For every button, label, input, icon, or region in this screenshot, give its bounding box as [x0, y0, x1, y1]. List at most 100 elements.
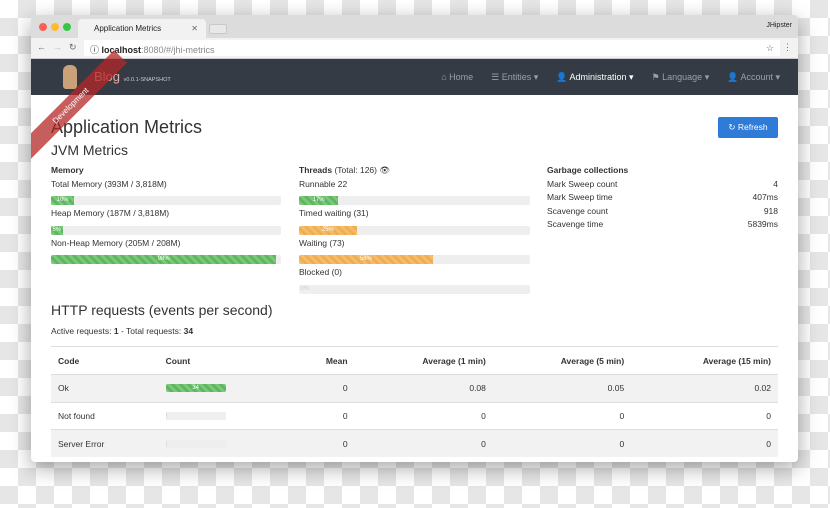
count-fill: 34	[165, 384, 226, 393]
http-title: HTTP requests (events per second)	[51, 302, 273, 318]
gc-label: Scavenge time	[547, 219, 604, 229]
table-row: Server Error 0 0 0 0	[51, 429, 778, 457]
forward-icon[interactable]: →	[53, 42, 62, 52]
minimize-window-button[interactable]	[51, 23, 59, 31]
column-header: Average (15 min)	[631, 346, 778, 375]
url-input[interactable]: ⓘ localhost:8080/#/jhi-metrics ☆	[84, 40, 780, 56]
mean-cell: 0	[290, 429, 355, 457]
progress-bar: 10%	[51, 196, 281, 205]
address-bar-row: ← → ↻ ⓘ localhost:8080/#/jhi-metrics ☆ ⋮	[31, 38, 798, 59]
column-header: Count	[158, 346, 291, 375]
logo[interactable]	[63, 65, 77, 89]
code-cell: Server Error	[51, 429, 159, 457]
refresh-icon: ↻	[728, 122, 738, 132]
progress-bar: 98%	[51, 255, 281, 264]
browser-tab[interactable]: Application Metrics ✕	[78, 19, 206, 38]
avg5-cell: 0.05	[492, 374, 632, 402]
gc-section: Garbage collections Mark Sweep count 4 Mark…	[547, 164, 778, 232]
total-count: 34	[183, 326, 194, 336]
gc-row: Scavenge count 918	[547, 205, 778, 219]
active-label: Active requests:	[51, 326, 114, 336]
request-summary: Active requests: 1 - Total requests: 34	[51, 326, 193, 336]
progress-fill: 0%	[299, 284, 311, 294]
navbar: Blog v0.0.1-SNAPSHOT ⌂ Home☰ Entities ▾👤…	[31, 59, 798, 95]
profile-name[interactable]: JHipster	[766, 22, 792, 29]
nav-item-home[interactable]: ⌂ Home	[441, 72, 473, 83]
code-cell: Not found	[51, 401, 159, 430]
count-bar	[165, 411, 226, 420]
reload-icon[interactable]: ↻	[69, 42, 77, 53]
back-icon[interactable]: ←	[37, 42, 46, 52]
avg1-cell: 0	[354, 429, 493, 457]
threads-total: (Total: 126)	[334, 165, 377, 175]
count-fill	[165, 439, 167, 448]
gc-row: Mark Sweep time 407ms	[547, 191, 778, 205]
mean-cell: 0	[290, 374, 355, 402]
url-path: :8080/#/jhi-metrics	[141, 45, 215, 55]
flag-icon: ⚑	[651, 72, 663, 82]
progress-bar: 5%	[51, 225, 281, 235]
browser-window: Application Metrics ✕ JHipster ← → ↻ ⓘ lo…	[31, 15, 798, 462]
nav-item-label: Account	[740, 72, 773, 82]
bar-label: Timed waiting (31)	[299, 208, 369, 218]
bar-label: Runnable 22	[299, 178, 348, 189]
count-cell: 34	[158, 374, 291, 402]
jvm-title: JVM Metrics	[51, 142, 128, 158]
threads-heading: Threads	[299, 165, 333, 175]
threads-section: Threads (Total: 126) 👁 Runnable 22 17% Time…	[299, 164, 530, 296]
close-window-button[interactable]	[39, 23, 47, 31]
nav-item-administration[interactable]: 👤 Administration ▾	[556, 72, 633, 83]
avg1-cell: 0.08	[354, 374, 493, 402]
menu-icon[interactable]: ⋮	[783, 42, 792, 53]
progress-bar: 58%	[299, 255, 530, 264]
gc-row: Scavenge time 5839ms	[547, 218, 778, 232]
column-header: Code	[51, 346, 159, 375]
progress-bar: 17%	[299, 196, 530, 205]
memory-heading: Memory	[51, 165, 84, 175]
avg15-cell: 0	[631, 429, 778, 457]
bar-label: Total Memory (393M / 3,818M)	[51, 178, 167, 189]
nav-item-account[interactable]: 👤 Account ▾	[727, 72, 780, 83]
nav-item-entities[interactable]: ☰ Entities ▾	[491, 72, 538, 83]
avg15-cell: 0.02	[631, 374, 778, 402]
close-tab-icon[interactable]: ✕	[191, 24, 198, 33]
count-bar	[165, 439, 226, 448]
column-header: Average (1 min)	[354, 346, 493, 375]
new-tab-button[interactable]	[209, 24, 227, 34]
refresh-label: Refresh	[737, 122, 768, 132]
nav-item-label: Entities	[501, 72, 532, 82]
total-label: - Total requests:	[118, 326, 184, 336]
bar-label: Blocked (0)	[299, 267, 342, 277]
eye-icon[interactable]: 👁	[379, 165, 390, 175]
gc-value: 4	[773, 178, 778, 189]
mean-cell: 0	[290, 401, 355, 430]
gc-value: 918	[763, 205, 778, 216]
home-icon: ⌂	[441, 72, 450, 82]
tab-bar: Application Metrics ✕ JHipster	[31, 15, 798, 38]
http-table: Code Count Mean Average (1 min) Average (5 m…	[51, 346, 778, 457]
progress-bar: 0%	[299, 284, 530, 294]
refresh-button[interactable]: ↻ Refresh	[718, 117, 778, 138]
count-cell	[158, 401, 291, 430]
memory-section: Memory Total Memory (393M / 3,818M) 10% Hea…	[51, 164, 281, 266]
code-cell: Ok	[51, 374, 159, 402]
nav-item-language[interactable]: ⚑ Language ▾	[652, 72, 710, 83]
star-icon[interactable]: ☆	[766, 43, 774, 54]
gc-row: Mark Sweep count 4	[547, 178, 778, 192]
gc-value: 5839ms	[747, 219, 778, 229]
list-icon: ☰	[491, 72, 502, 82]
avg1-cell: 0	[354, 401, 493, 430]
bar-label: Non-Heap Memory (205M / 208M)	[51, 237, 181, 248]
progress-fill: 17%	[299, 196, 339, 205]
table-row: Not found 0 0 0 0	[51, 401, 778, 430]
avg5-cell: 0	[492, 401, 632, 430]
avg15-cell: 0	[631, 401, 778, 430]
tab-title: Application Metrics	[94, 24, 162, 33]
bar-label: Waiting (73)	[299, 237, 345, 248]
progress-fill: 25%	[299, 225, 357, 235]
table-row: Ok 34 0 0.08 0.05 0.02	[51, 374, 778, 402]
gc-value: 407ms	[752, 192, 778, 202]
maximize-window-button[interactable]	[63, 23, 71, 31]
avg5-cell: 0	[492, 429, 632, 457]
progress-fill: 5%	[51, 225, 63, 235]
